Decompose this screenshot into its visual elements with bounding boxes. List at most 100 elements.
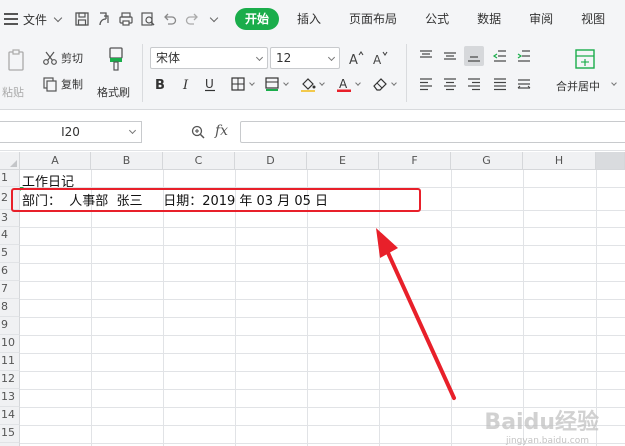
column-header-h[interactable]: H	[523, 152, 596, 170]
row-header-8[interactable]: 8	[0, 299, 20, 317]
file-menu[interactable]: 文件	[0, 0, 67, 38]
format-painter-button[interactable]: 格式刷	[96, 44, 136, 104]
tab-home[interactable]: 开始	[235, 8, 280, 30]
fill-color-button[interactable]	[298, 74, 318, 94]
column-header-a[interactable]: A	[20, 152, 91, 170]
highlight-box	[11, 188, 421, 212]
tab-data[interactable]: 数据	[463, 8, 515, 30]
row-header-7[interactable]: 7	[0, 281, 20, 299]
fill-pattern-button[interactable]	[262, 74, 282, 94]
grid-line	[20, 353, 625, 354]
indent-icon	[517, 50, 530, 62]
font-size-select[interactable]: 12	[270, 47, 340, 69]
align-top-button[interactable]	[416, 46, 436, 66]
export-pdf-button[interactable]	[93, 8, 115, 30]
chevron-down-icon	[611, 80, 617, 86]
row-header-1[interactable]: 1	[0, 170, 20, 187]
row-header-11[interactable]: 11	[0, 353, 20, 371]
save-button[interactable]	[71, 8, 93, 30]
decrease-font-button[interactable]: A	[370, 48, 390, 68]
format-painter-label: 格式刷	[97, 86, 130, 99]
align-right-button[interactable]	[464, 74, 484, 94]
chevron-down-icon	[255, 53, 264, 62]
justify-icon	[494, 78, 506, 91]
grid-line	[20, 245, 625, 246]
zoom-formula-button[interactable]	[188, 122, 208, 142]
chevron-down-icon	[128, 126, 137, 135]
column-header-e[interactable]: E	[307, 152, 379, 170]
underline-button[interactable]: U	[200, 74, 220, 94]
cut-button[interactable]: 剪切	[42, 50, 83, 66]
print-button[interactable]	[115, 8, 137, 30]
justify-button[interactable]	[490, 74, 510, 94]
clear-button[interactable]	[370, 74, 390, 94]
row-header-5[interactable]: 5	[0, 245, 20, 263]
column-header-g[interactable]: G	[451, 152, 523, 170]
menu-bar: 文件 开始 插入 页面布局 公式 数据 审阅 视图	[0, 0, 625, 38]
insert-function-button[interactable]: fx	[215, 123, 228, 139]
ribbon: 粘贴 剪切 复制 格式刷 宋体 12 A A B I U A 合并居中	[0, 38, 625, 110]
align-middle-button[interactable]	[440, 46, 460, 66]
tab-page-layout[interactable]: 页面布局	[335, 8, 411, 30]
tab-insert[interactable]: 插入	[283, 8, 335, 30]
italic-button[interactable]: I	[176, 74, 196, 94]
decrease-indent-button[interactable]	[490, 46, 510, 66]
row-header-14[interactable]: 14	[0, 407, 20, 425]
select-all-button[interactable]	[0, 152, 20, 170]
increase-font-button[interactable]: A	[346, 48, 366, 68]
distributed-icon	[517, 79, 531, 89]
column-header-b[interactable]: B	[91, 152, 163, 170]
row-header-10[interactable]: 10	[0, 335, 20, 353]
ribbon-divider	[142, 44, 143, 102]
tab-view[interactable]: 视图	[567, 8, 619, 30]
column-header-f[interactable]: F	[379, 152, 451, 170]
column-header-c[interactable]: C	[163, 152, 235, 170]
customize-toolbar-button[interactable]	[203, 8, 225, 30]
name-box-value: I20	[61, 125, 80, 139]
column-header-i[interactable]	[596, 152, 625, 170]
tab-formulas[interactable]: 公式	[411, 8, 463, 30]
merge-center-button[interactable]: 合并居中	[554, 46, 622, 104]
row-header-15[interactable]: 15	[0, 425, 20, 443]
bold-icon: B	[155, 78, 165, 92]
svg-text:A: A	[373, 53, 382, 66]
row-header-4[interactable]: 4	[0, 227, 20, 245]
name-box[interactable]: I20	[0, 121, 142, 143]
spreadsheet-grid[interactable]: A B C D E F G H 1 2 3 4 5 6 7 8 9 10 11 …	[0, 152, 625, 446]
row-header-12[interactable]: 12	[0, 371, 20, 389]
align-center-button[interactable]	[440, 74, 460, 94]
cut-label: 剪切	[61, 52, 83, 65]
row-header-6[interactable]: 6	[0, 263, 20, 281]
chevron-down-icon	[283, 80, 289, 86]
svg-text:I: I	[182, 78, 189, 92]
font-name-value: 宋体	[156, 51, 181, 65]
row-header-3[interactable]: 3	[0, 210, 20, 227]
font-color-icon: A	[337, 77, 351, 92]
increase-indent-button[interactable]	[514, 46, 534, 66]
row-header-13[interactable]: 13	[0, 389, 20, 407]
redo-button[interactable]	[181, 8, 203, 30]
bold-button[interactable]: B	[150, 74, 170, 94]
arrow-icon	[376, 228, 456, 400]
tab-review[interactable]: 审阅	[515, 8, 567, 30]
font-name-select[interactable]: 宋体	[150, 47, 268, 69]
distributed-align-button[interactable]	[514, 74, 534, 94]
undo-button[interactable]	[159, 8, 181, 30]
align-left-button[interactable]	[416, 74, 436, 94]
borders-button[interactable]	[228, 74, 248, 94]
merge-center-label: 合并居中	[556, 80, 600, 93]
font-color-button[interactable]: A	[334, 74, 354, 94]
borders-icon	[231, 77, 245, 91]
align-left-icon	[420, 78, 432, 91]
column-header-d[interactable]: D	[235, 152, 307, 170]
chevron-down-icon	[319, 80, 325, 86]
scissors-icon	[43, 51, 57, 65]
paste-button[interactable]: 粘贴	[2, 44, 30, 104]
formula-input[interactable]	[240, 121, 625, 143]
copy-button[interactable]: 复制	[42, 76, 83, 92]
watermark-url: jingyan.baidu.com	[505, 436, 589, 446]
ribbon-divider	[406, 44, 407, 102]
print-preview-button[interactable]	[137, 8, 159, 30]
align-bottom-button[interactable]	[464, 46, 484, 66]
row-header-9[interactable]: 9	[0, 317, 20, 335]
